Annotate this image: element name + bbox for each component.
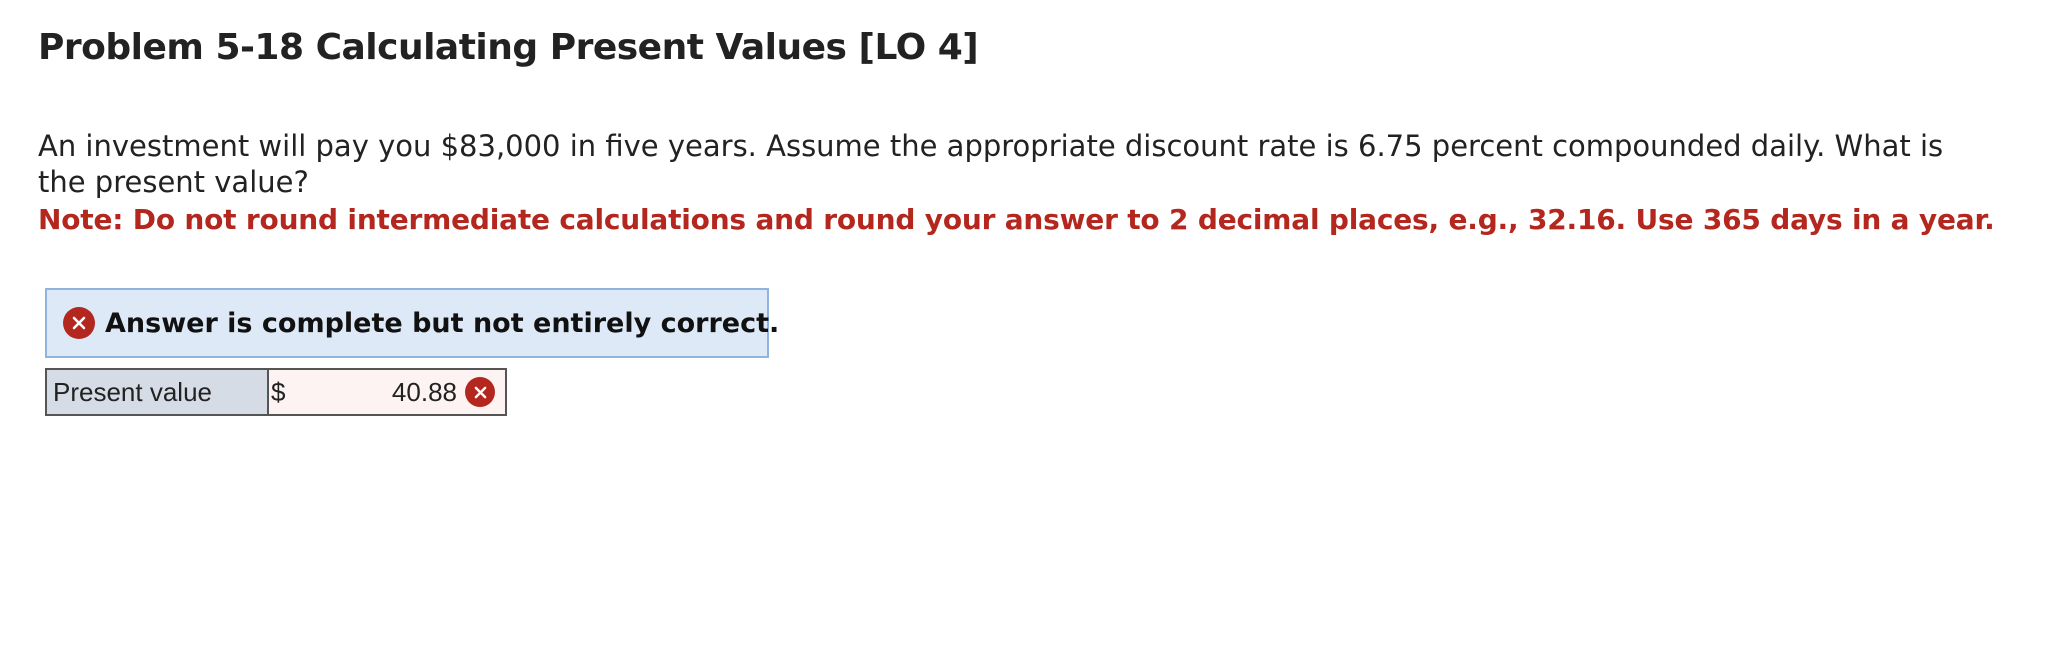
x-mark-glyph: [72, 316, 86, 330]
answer-table-row: Present value $ 40.88: [45, 368, 507, 416]
question-text: An investment will pay you $83,000 in fi…: [38, 129, 1944, 199]
answer-status-banner: Answer is complete but not entirely corr…: [45, 288, 779, 358]
answer-status-text: Answer is complete but not entirely corr…: [105, 307, 780, 339]
problem-title: Problem 5-18 Calculating Present Values …: [38, 27, 979, 68]
present-value-label: Present value: [47, 370, 269, 414]
currency-symbol: $: [271, 376, 286, 407]
x-mark-glyph: [474, 386, 486, 398]
rounding-note: Note: Do not round intermediate calculat…: [38, 203, 1995, 236]
present-value-answer: 40.88: [391, 376, 457, 407]
x-circle-icon: [63, 307, 95, 339]
incorrect-x-icon: [465, 377, 495, 407]
present-value-input[interactable]: $ 40.88: [269, 370, 505, 414]
